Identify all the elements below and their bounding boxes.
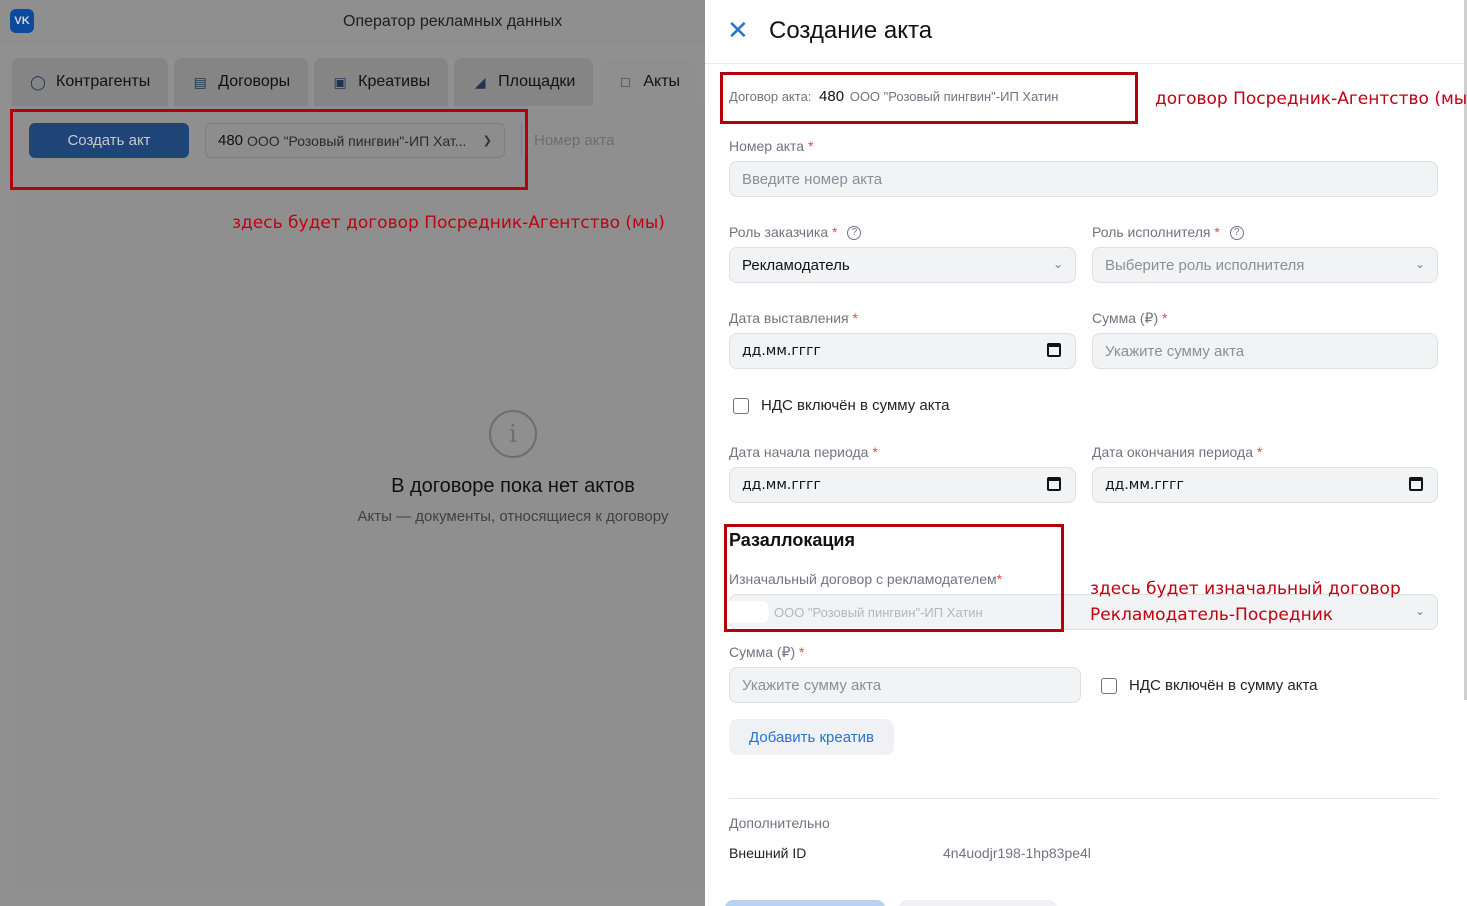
act-number-label: Номер акта * [729, 138, 813, 154]
tab-acts[interactable]: □ Акты [599, 58, 699, 106]
executor-role-placeholder: Выберите роль исполнителя [1105, 256, 1305, 274]
required-mark: * [1214, 224, 1220, 240]
add-creative-button[interactable]: Добавить креатив [729, 719, 894, 755]
issue-date-input[interactable]: дд.мм.гггг [729, 333, 1076, 369]
act-number-search-input[interactable]: Номер акта [521, 123, 711, 158]
tab-platforms[interactable]: ◢ Площадки [454, 58, 594, 106]
customer-role-label: Роль заказчика * ? [729, 224, 862, 241]
period-start-value: дд.мм.гггг [742, 477, 821, 493]
realloc-amount-label-text: Сумма (₽) [729, 644, 796, 660]
megaphone-icon: ◢ [474, 73, 486, 90]
realloc-amount-label: Сумма (₽) * [729, 644, 804, 661]
calendar-icon[interactable] [1047, 343, 1061, 357]
main-tabs: ◯ Контрагенты ▤ Договоры ▣ Креативы ◢ Пл… [12, 58, 699, 106]
calendar-icon[interactable] [1409, 477, 1423, 491]
chevron-down-icon: ⌄ [1414, 257, 1425, 271]
customer-role-value: Рекламодатель [742, 256, 850, 274]
window-icon: ▣ [333, 73, 347, 90]
chevron-down-icon: ⌄ [1414, 604, 1425, 618]
help-icon[interactable]: ? [1229, 226, 1244, 241]
info-icon: i [489, 410, 537, 458]
external-id-label: Внешний ID [729, 845, 807, 861]
required-mark: * [852, 310, 858, 326]
annotation-box-toolbar [10, 109, 528, 190]
customer-role-select[interactable]: Рекламодатель ⌄ [729, 247, 1076, 283]
annotation-contract-note: договор Посредник-Агентство (мы) [1155, 89, 1467, 109]
vat-checkbox[interactable] [733, 398, 749, 414]
chevron-down-icon: ⌄ [1052, 257, 1063, 271]
tab-label: Контрагенты [56, 73, 151, 90]
drawer-title: Создание акта [769, 17, 933, 44]
act-number-label-text: Номер акта [729, 138, 805, 154]
executor-role-label: Роль исполнителя * ? [1092, 224, 1244, 241]
required-mark: * [832, 224, 838, 240]
required-mark: * [807, 138, 814, 154]
customer-role-label-text: Роль заказчика [729, 224, 829, 240]
empty-state-subtitle: Акты — документы, относящиеся к договору [357, 508, 669, 525]
drawer-header: ✕ Создание акта [705, 0, 1467, 64]
divider [729, 798, 1438, 799]
tab-creatives[interactable]: ▣ Креативы [314, 58, 449, 106]
vk-logo: VK [10, 9, 34, 33]
vat-checkbox-label: НДС включён в сумму акта [761, 397, 950, 414]
act-number-input[interactable]: Введите номер акта [729, 161, 1438, 197]
cancel-button[interactable] [899, 900, 1057, 906]
required-mark: * [872, 444, 878, 460]
period-end-input[interactable]: дд.мм.гггг [1092, 467, 1438, 503]
extra-section-label: Дополнительно [729, 815, 830, 831]
period-start-input[interactable]: дд.мм.гггг [729, 467, 1076, 503]
calendar-icon[interactable] [1047, 477, 1061, 491]
issue-date-label-text: Дата выставления [729, 310, 849, 326]
period-end-label-text: Дата окончания периода [1092, 444, 1253, 460]
app-title: Оператор рекламных данных [343, 13, 563, 30]
required-mark: * [1162, 310, 1168, 326]
book-icon: ▤ [193, 73, 207, 90]
issue-date-value: дд.мм.гггг [742, 343, 821, 359]
submit-button[interactable] [725, 900, 885, 906]
realloc-amount-input[interactable]: Укажите сумму акта [729, 667, 1081, 703]
required-mark: * [799, 644, 805, 660]
document-icon: □ [621, 74, 630, 90]
amount-label: Сумма (₽) * [1092, 310, 1167, 327]
annotation-original-note-line1: здесь будет изначальный договор [1090, 579, 1401, 599]
executor-role-label-text: Роль исполнителя [1092, 224, 1211, 240]
external-id-value: 4n4uodjr198-1hp83pe4l [943, 845, 1091, 861]
period-end-label: Дата окончания периода * [1092, 444, 1262, 460]
tab-counterparties[interactable]: ◯ Контрагенты [12, 58, 169, 106]
annotation-box-contract [720, 72, 1138, 124]
tab-label: Креативы [358, 73, 431, 90]
tab-contracts[interactable]: ▤ Договоры [174, 58, 309, 106]
amount-input[interactable]: Укажите сумму акта [1092, 333, 1438, 369]
amount-label-text: Сумма (₽) [1092, 310, 1159, 326]
annotation-original-note-line2: Рекламодатель-Посредник [1090, 605, 1334, 625]
annotation-toolbar-note: здесь будет договор Посредник-Агентство … [232, 213, 665, 233]
period-end-value: дд.мм.гггг [1105, 477, 1184, 493]
create-act-drawer: ✕ Создание акта Договор акта: 480 ООО "Р… [705, 0, 1467, 906]
close-icon[interactable]: ✕ [727, 17, 749, 43]
tab-label: Площадки [498, 73, 576, 90]
issue-date-label: Дата выставления * [729, 310, 858, 326]
realloc-vat-label: НДС включён в сумму акта [1129, 677, 1318, 694]
annotation-box-reallocation [724, 524, 1064, 632]
tab-label: Акты [643, 73, 681, 90]
period-start-label-text: Дата начала периода [729, 444, 869, 460]
help-icon[interactable]: ? [847, 226, 862, 241]
user-icon: ◯ [30, 73, 46, 90]
required-mark: * [1256, 444, 1263, 460]
period-start-label: Дата начала периода * [729, 444, 878, 460]
executor-role-select[interactable]: Выберите роль исполнителя ⌄ [1092, 247, 1438, 283]
tab-label: Договоры [218, 73, 291, 90]
realloc-vat-checkbox[interactable] [1101, 678, 1117, 694]
empty-state-title: В договоре пока нет актов [391, 475, 635, 497]
